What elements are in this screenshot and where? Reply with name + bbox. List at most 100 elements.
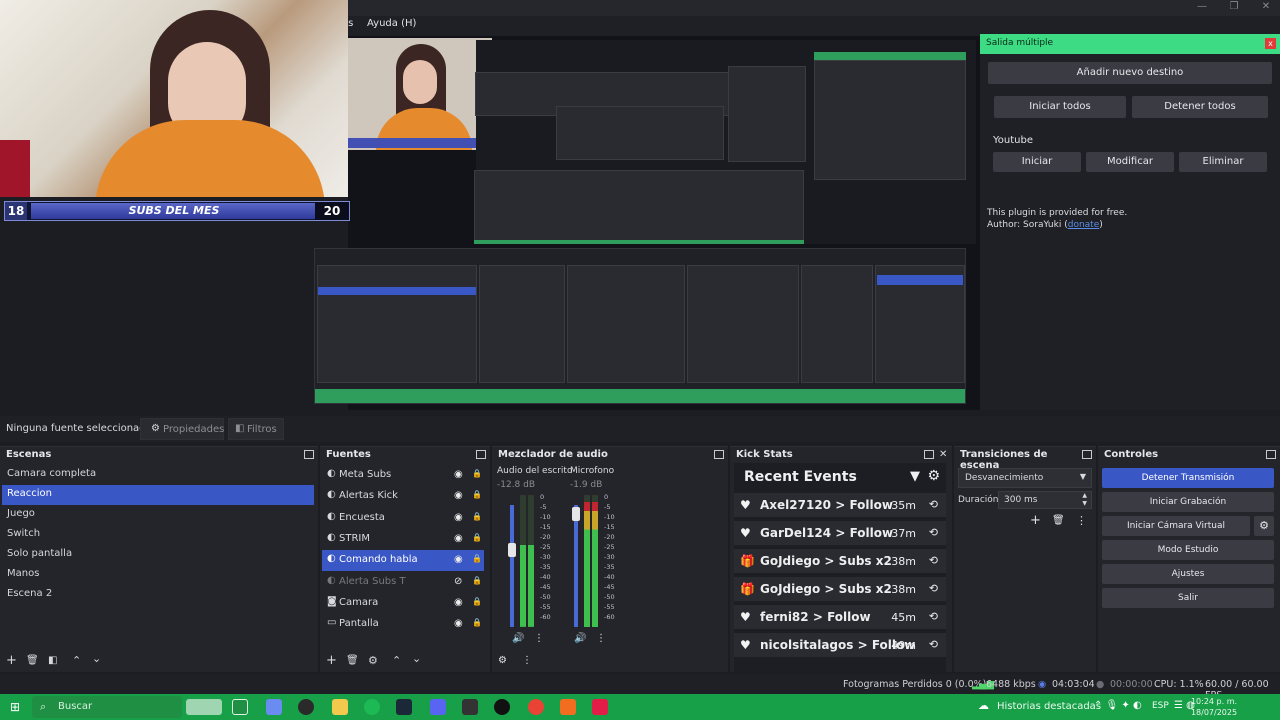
scene-item[interactable]: Solo pantalla: [2, 545, 314, 565]
task-view-icon[interactable]: [232, 699, 248, 715]
speaker-icon[interactable]: 🔊: [512, 633, 524, 644]
lock-icon[interactable]: 🔒: [472, 512, 482, 521]
gear-icon[interactable]: ⚙: [927, 468, 940, 484]
eye-icon[interactable]: ◉: [454, 512, 463, 523]
undock-icon[interactable]: [1082, 450, 1092, 459]
discord-icon[interactable]: [430, 699, 446, 715]
add-destination-button[interactable]: Añadir nuevo destino: [988, 62, 1272, 84]
lock-icon[interactable]: 🔒: [472, 597, 482, 606]
undock-icon[interactable]: [924, 450, 934, 459]
source-item[interactable]: ◐ Comando habla ◉ 🔒: [322, 550, 484, 572]
replay-icon[interactable]: ⟲: [929, 610, 938, 623]
move-up-icon[interactable]: ⌃: [72, 654, 81, 667]
start-all-button[interactable]: Iniciar todos: [994, 96, 1126, 118]
scene-filter-icon[interactable]: ◧: [48, 655, 57, 666]
filter-icon[interactable]: ▼: [910, 469, 920, 484]
eye-icon[interactable]: ◉: [454, 597, 463, 608]
replay-icon[interactable]: ⟲: [929, 582, 938, 595]
volume-slider-handle[interactable]: [572, 507, 580, 521]
more-icon[interactable]: ⋮: [596, 633, 606, 644]
lock-icon[interactable]: 🔒: [472, 490, 482, 499]
scene-item[interactable]: Reaccion: [2, 485, 314, 505]
language[interactable]: ESP: [1152, 701, 1169, 711]
lock-icon[interactable]: 🔒: [472, 554, 482, 563]
tray-icons[interactable]: ⌃ 🎙 ✦ ◐: [1094, 700, 1142, 711]
trash-icon[interactable]: 🗑: [346, 655, 359, 666]
speaker-icon[interactable]: 🔊: [574, 633, 586, 644]
replay-icon[interactable]: ⟲: [929, 526, 938, 539]
trash-icon[interactable]: 🗑: [26, 655, 39, 666]
settings-button[interactable]: Ajustes: [1102, 564, 1274, 584]
eye-icon[interactable]: ◉: [454, 618, 463, 629]
volume-slider-handle[interactable]: [508, 543, 516, 557]
undock-icon[interactable]: [1266, 450, 1276, 459]
taskbar-search[interactable]: ⌕ Buscar: [32, 696, 182, 718]
start-recording-button[interactable]: Iniciar Grabación: [1102, 492, 1274, 512]
app-icon[interactable]: [462, 699, 478, 715]
move-up-icon[interactable]: ⌃: [392, 654, 401, 667]
filters-button[interactable]: ◧ Filtros: [228, 418, 284, 440]
spotify-icon[interactable]: [364, 699, 380, 715]
destination-start-button[interactable]: Iniciar: [993, 152, 1081, 172]
steam-icon[interactable]: [396, 699, 412, 715]
scene-item[interactable]: Escena 2: [2, 585, 314, 605]
minimize-icon[interactable]: —: [1186, 0, 1218, 16]
virtual-camera-button[interactable]: Iniciar Cámara Virtual: [1102, 516, 1250, 536]
replay-icon[interactable]: ⟲: [929, 498, 938, 511]
source-item[interactable]: ◐ Alertas Kick ◉ 🔒: [322, 486, 484, 507]
source-item[interactable]: ◐ STRIM ◉ 🔒: [322, 529, 484, 550]
eye-icon[interactable]: ◉: [454, 490, 463, 501]
eye-icon[interactable]: ◉: [454, 533, 463, 544]
undock-icon[interactable]: [476, 450, 486, 459]
scene-item[interactable]: Manos: [2, 565, 314, 585]
destination-delete-button[interactable]: Eliminar: [1179, 152, 1267, 172]
obs-icon[interactable]: [298, 699, 314, 715]
mixer-gear-icon[interactable]: ⚙: [498, 655, 507, 666]
add-scene-button[interactable]: +: [6, 653, 17, 668]
eye-icon[interactable]: ◉: [454, 469, 463, 480]
exit-button[interactable]: Salir: [1102, 588, 1274, 608]
close-icon[interactable]: x: [1265, 38, 1276, 49]
lock-icon[interactable]: 🔒: [472, 469, 482, 478]
volume-slider[interactable]: [510, 505, 514, 627]
stop-all-button[interactable]: Detener todos: [1132, 96, 1268, 118]
scene-item[interactable]: Juego: [2, 505, 314, 525]
undock-icon[interactable]: [304, 450, 314, 459]
copilot-icon[interactable]: [266, 699, 282, 715]
more-icon[interactable]: ⋮: [534, 633, 544, 644]
more-icon[interactable]: ⋮: [522, 655, 532, 666]
add-source-button[interactable]: +: [326, 653, 337, 668]
lock-icon[interactable]: 🔒: [472, 618, 482, 627]
file-explorer-icon[interactable]: [332, 699, 348, 715]
donate-link[interactable]: donate: [1068, 220, 1100, 230]
trash-icon[interactable]: 🗑: [1052, 515, 1065, 526]
volume-slider[interactable]: [574, 505, 578, 627]
lock-icon[interactable]: 🔒: [472, 576, 482, 585]
source-item[interactable]: ◐ Alerta Subs T ⊘ 🔒: [322, 572, 484, 593]
stepper-icon[interactable]: ▲ ▼: [1082, 492, 1087, 508]
lock-icon[interactable]: 🔒: [472, 533, 482, 542]
clock[interactable]: 10:24 p. m. 18/07/2025: [1188, 696, 1240, 718]
eye-hidden-icon[interactable]: ⊘: [454, 576, 462, 587]
obs-icon-2[interactable]: [494, 699, 510, 715]
source-item[interactable]: ◐ Encuesta ◉ 🔒: [322, 508, 484, 529]
source-item[interactable]: ◐ Meta Subs ◉ 🔒: [322, 465, 484, 486]
move-down-icon[interactable]: ⌄: [92, 652, 101, 665]
source-item[interactable]: ▭ Pantalla ◉ 🔒: [322, 614, 484, 635]
properties-button[interactable]: ⚙ Propiedades: [140, 418, 224, 440]
replay-icon[interactable]: ⟲: [929, 638, 938, 651]
menu-item-help[interactable]: Ayuda (H): [367, 18, 416, 29]
more-icon[interactable]: ⋮: [1076, 514, 1087, 527]
gear-icon[interactable]: ⚙: [368, 654, 378, 667]
app-orange-icon[interactable]: [560, 699, 576, 715]
destination-modify-button[interactable]: Modificar: [1086, 152, 1174, 172]
move-down-icon[interactable]: ⌄: [412, 652, 421, 665]
duration-input[interactable]: 300 ms ▲ ▼: [998, 491, 1092, 509]
news-label[interactable]: Historias destacadas: [997, 701, 1101, 712]
news-icon[interactable]: ☁: [978, 699, 989, 712]
gear-icon[interactable]: ⚙: [1254, 516, 1274, 536]
stop-stream-button[interactable]: Detener Transmisión: [1102, 468, 1274, 488]
transition-select[interactable]: Desvanecimiento ▼: [958, 468, 1092, 488]
scene-item[interactable]: Camara completa: [2, 465, 314, 485]
close-icon[interactable]: ✕: [939, 449, 947, 460]
